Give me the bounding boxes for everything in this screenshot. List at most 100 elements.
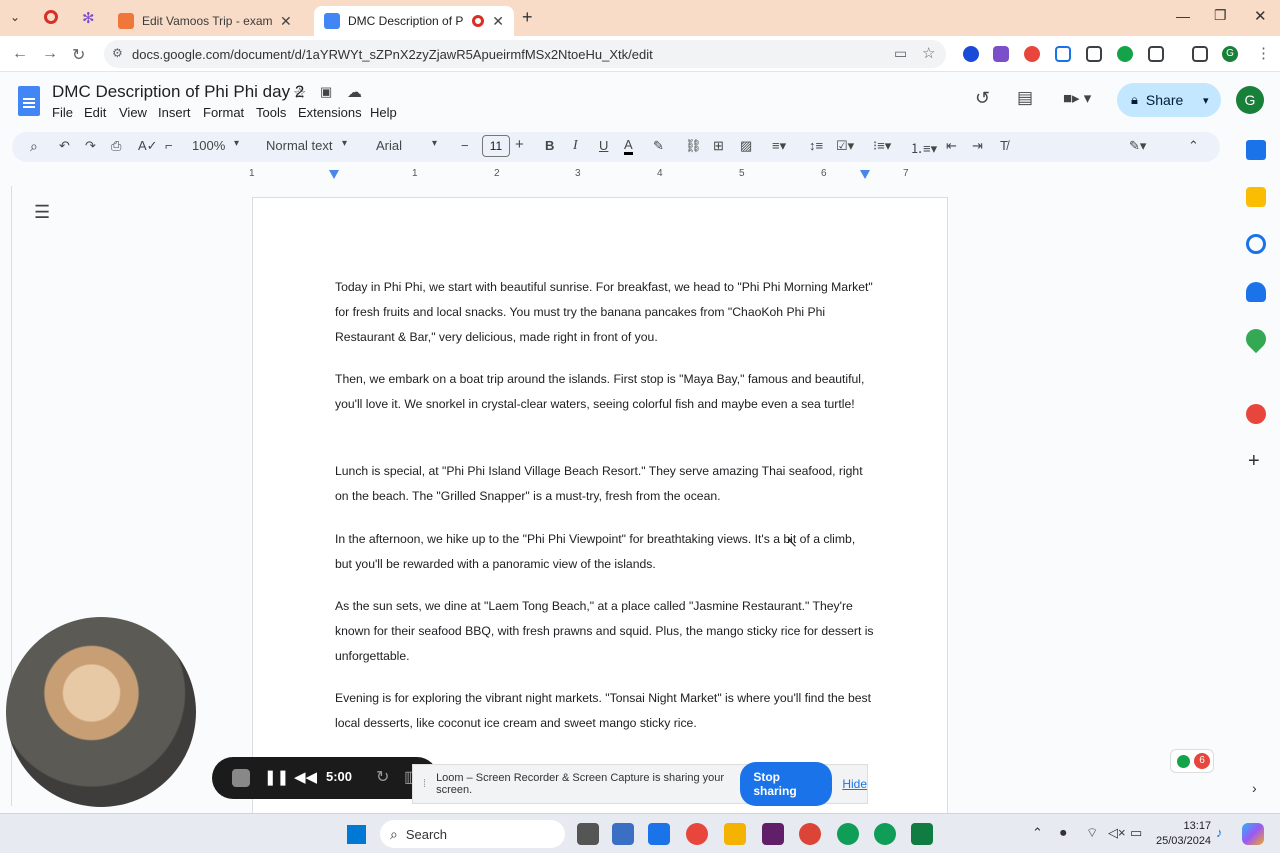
forward-icon[interactable]: → [42, 45, 58, 63]
document-title[interactable]: DMC Description of Phi Phi day 2 [52, 82, 304, 102]
font-size-input[interactable]: 11 [482, 135, 510, 157]
underline-icon[interactable]: U [599, 138, 608, 153]
redo-icon[interactable]: ↷ [85, 138, 96, 154]
menu-format[interactable]: Format [203, 105, 244, 120]
system-clock[interactable]: 13:17 25/03/2024 [1156, 819, 1211, 849]
notification-bell-icon[interactable]: ♪ [1216, 825, 1223, 840]
paragraph-6[interactable]: Evening is for exploring the vibrant nig… [335, 686, 875, 736]
share-button[interactable]: 🔒︎ Share ▾ [1117, 83, 1221, 117]
new-tab-icon[interactable]: + [522, 7, 533, 28]
maps-icon[interactable] [1241, 324, 1271, 354]
kebab-menu-icon[interactable]: ⋮ [1256, 44, 1271, 62]
drag-handle-icon[interactable]: ⁞ [423, 778, 426, 790]
increase-indent-icon[interactable]: ⇥ [972, 138, 983, 154]
menu-view[interactable]: View [119, 105, 147, 120]
document-outline-icon[interactable]: ☰ [34, 202, 50, 223]
keep-icon[interactable] [1246, 187, 1266, 207]
move-folder-icon[interactable]: ▣ [320, 84, 332, 100]
taskbar-search[interactable]: ⌕ Search [380, 820, 565, 848]
insert-comment-icon[interactable]: ⊞ [713, 138, 724, 154]
menu-help[interactable]: Help [370, 105, 397, 120]
cloud-status-icon[interactable]: ☁ [347, 83, 362, 101]
minimize-icon[interactable]: — [1176, 8, 1190, 24]
link-icon[interactable]: ⛓ [685, 138, 702, 154]
slack-icon[interactable] [762, 823, 784, 845]
file-explorer-icon[interactable] [724, 823, 746, 845]
addon-icon[interactable] [1246, 404, 1266, 424]
window-close-icon[interactable]: ✕ [1254, 7, 1267, 25]
chrome-icon[interactable] [799, 823, 821, 845]
screenshot-extension-icon[interactable] [1086, 46, 1102, 62]
align-icon[interactable]: ≡▾ [772, 138, 786, 154]
increase-font-icon[interactable]: + [515, 136, 524, 153]
webcam-bubble[interactable] [6, 617, 196, 807]
wifi-icon[interactable]: ⌔ [1086, 825, 1098, 841]
bold-icon[interactable]: B [545, 138, 554, 153]
copilot-icon[interactable] [1242, 823, 1264, 845]
grammarly-badge[interactable]: 6 [1170, 749, 1214, 773]
right-indent-marker[interactable] [860, 170, 870, 179]
font-select[interactable]: Arial [376, 138, 402, 153]
line-spacing-icon[interactable]: ↕≡ [809, 138, 823, 153]
reload-icon[interactable]: ↻ [72, 45, 85, 65]
bookmark-star-icon[interactable]: ☆ [922, 44, 935, 62]
extension-icon[interactable] [993, 46, 1009, 62]
extension-icon[interactable] [1024, 46, 1040, 62]
menu-extensions[interactable]: Extensions [298, 105, 362, 120]
editing-mode-icon[interactable]: ✎▾ [1129, 138, 1146, 154]
chevron-right-icon[interactable]: › [1252, 780, 1257, 796]
undo-icon[interactable]: ↶ [59, 138, 70, 154]
close-icon[interactable]: ✕ [280, 13, 292, 30]
rewind-icon[interactable]: ◀◀ [294, 768, 317, 786]
chevron-down-icon[interactable]: ▾ [342, 138, 347, 149]
address-bar[interactable]: ⚙ docs.google.com/document/d/1aYRWYt_sZP… [104, 40, 946, 68]
menu-insert[interactable]: Insert [158, 105, 191, 120]
windows-start-icon[interactable] [346, 824, 366, 844]
italic-icon[interactable]: I [573, 138, 578, 154]
account-avatar[interactable]: G [1236, 86, 1264, 114]
contacts-icon[interactable] [1246, 282, 1266, 302]
checklist-icon[interactable]: ☑▾ [836, 138, 854, 154]
restart-icon[interactable]: ↻ [376, 767, 389, 787]
add-addon-icon[interactable]: + [1248, 450, 1260, 473]
document-page[interactable]: Today in Phi Phi, we start with beautifu… [252, 197, 948, 817]
paragraph-3[interactable]: Lunch is special, at "Phi Phi Island Vil… [335, 459, 875, 509]
zoom-select[interactable]: 100% [192, 138, 225, 153]
volume-icon[interactable]: ◁× [1108, 825, 1126, 841]
chevron-down-icon[interactable]: ▾ [432, 138, 437, 149]
decrease-indent-icon[interactable]: ⇤ [946, 138, 957, 154]
calculator-icon[interactable] [612, 823, 634, 845]
search-menus-icon[interactable]: ⌕ [30, 138, 38, 155]
spellcheck-icon[interactable]: A✓ [138, 138, 158, 154]
print-icon[interactable]: ⎙ [111, 138, 121, 154]
chrome-profile-icon[interactable] [837, 823, 859, 845]
horizontal-ruler[interactable]: 1 1 2 3 4 5 6 7 [249, 168, 948, 182]
chrome-profile-icon[interactable] [874, 823, 896, 845]
site-info-icon[interactable]: ⚙ [112, 46, 123, 60]
chevron-up-icon[interactable]: ⌃ [1032, 825, 1043, 841]
paint-format-icon[interactable]: ⌐ [165, 138, 173, 153]
photos-icon[interactable] [686, 823, 708, 845]
version-history-icon[interactable]: ↺ [975, 88, 990, 109]
stop-sharing-button[interactable]: Stop sharing [740, 762, 833, 806]
hide-link[interactable]: Hide [842, 777, 867, 791]
menu-tools[interactable]: Tools [256, 105, 286, 120]
tab-search-icon[interactable]: ⌄ [10, 10, 20, 24]
microphone-icon[interactable]: ⏺ [1060, 825, 1067, 841]
notepad-icon[interactable] [648, 823, 670, 845]
chevron-down-icon[interactable]: ▾ [234, 138, 239, 149]
chevron-down-icon[interactable]: ▾ [1203, 94, 1209, 107]
star-icon[interactable]: ☆ [293, 84, 306, 102]
maximize-icon[interactable]: ❐ [1214, 7, 1227, 24]
chevron-up-icon[interactable]: ⌃ [1188, 138, 1199, 154]
bulleted-list-icon[interactable]: ⁝≡▾ [873, 138, 891, 154]
menu-file[interactable]: File [52, 105, 73, 120]
puzzle-extensions-icon[interactable] [1148, 46, 1164, 62]
docs-logo-icon[interactable] [18, 86, 40, 116]
battery-icon[interactable]: ▭ [1130, 825, 1142, 841]
paragraph-2[interactable]: Then, we embark on a boat trip around th… [335, 367, 875, 417]
stop-icon[interactable] [232, 769, 250, 787]
extension-icon[interactable] [1055, 46, 1071, 62]
task-view-icon[interactable] [577, 823, 599, 845]
tasks-icon[interactable] [1246, 234, 1266, 254]
